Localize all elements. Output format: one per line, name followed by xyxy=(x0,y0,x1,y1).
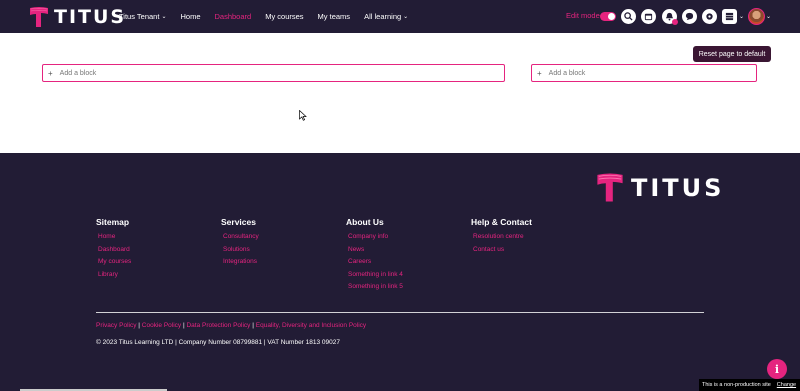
info-button[interactable]: i xyxy=(767,359,787,379)
policy-links: Privacy Policy | Cookie Policy | Data Pr… xyxy=(96,322,366,329)
footer-link[interactable]: Dashboard xyxy=(96,244,131,257)
plus-icon: + xyxy=(48,68,53,78)
footer-col-title: Sitemap xyxy=(96,217,130,227)
nav-home[interactable]: Home xyxy=(180,12,200,21)
chevron-down-icon[interactable]: ⌄ xyxy=(739,13,744,20)
grid-icon xyxy=(725,12,734,21)
top-navbar: TITUS Titus Tenant ⌄ Home Dashboard My co… xyxy=(0,0,800,33)
nav-all-learning[interactable]: All learning ⌄ xyxy=(364,12,408,21)
footer-col-services: Services Consultancy Solutions Integrati… xyxy=(221,217,259,269)
footer-titus-logo[interactable]: TITUS xyxy=(596,172,724,203)
footer-link[interactable]: News xyxy=(346,244,403,257)
footer-link[interactable]: Home xyxy=(96,231,131,244)
chevron-down-icon[interactable]: ⌄ xyxy=(766,13,771,20)
primary-nav: Titus Tenant ⌄ Home Dashboard My courses … xyxy=(119,0,422,33)
chevron-down-icon: ⌄ xyxy=(403,14,409,20)
titus-logo[interactable]: TITUS xyxy=(29,5,126,28)
footer-col-title: About Us xyxy=(346,217,384,227)
non-production-banner: This is a non-production site Change xyxy=(699,379,800,391)
apps-grid-button[interactable] xyxy=(722,9,737,24)
notifications-button[interactable] xyxy=(662,9,678,25)
logo-text: TITUS xyxy=(54,5,127,28)
edit-mode-label: Edit mode xyxy=(566,11,600,20)
footer-link[interactable]: My courses xyxy=(96,256,131,269)
footer-col-help: Help & Contact Resolution centre Contact… xyxy=(471,217,532,256)
footer-link[interactable]: Solutions xyxy=(221,244,259,257)
user-avatar[interactable] xyxy=(748,8,765,25)
edit-mode-toggle[interactable] xyxy=(600,12,616,21)
footer-col-about: About Us Company info News Careers Somet… xyxy=(346,217,403,294)
nav-titus-tenant[interactable]: Titus Tenant ⌄ xyxy=(119,12,166,21)
search-button[interactable] xyxy=(621,9,636,24)
nav-label: All learning xyxy=(364,12,402,21)
privacy-policy-link[interactable]: Privacy Policy xyxy=(96,322,136,329)
change-link[interactable]: Change xyxy=(777,382,796,388)
calendar-button[interactable] xyxy=(641,9,656,24)
footer-link[interactable]: Company info xyxy=(346,231,403,244)
data-protection-policy-link[interactable]: Data Protection Policy xyxy=(186,322,250,329)
titus-logo-mark-icon xyxy=(29,6,49,28)
footer-col-sitemap: Sitemap Home Dashboard My courses Librar… xyxy=(96,217,131,281)
chevron-down-icon: ⌄ xyxy=(161,14,167,20)
messages-button[interactable] xyxy=(682,9,697,24)
nav-dashboard[interactable]: Dashboard xyxy=(215,12,252,21)
nav-label: Home xyxy=(180,12,201,21)
footer-link[interactable]: Resolution centre xyxy=(471,231,532,244)
add-block-label: Add a block xyxy=(548,69,586,77)
gear-icon xyxy=(706,13,713,20)
plus-icon: + xyxy=(537,68,542,78)
site-footer: TITUS Sitemap Home Dashboard My courses … xyxy=(0,153,800,391)
chat-icon xyxy=(685,12,694,21)
footer-link[interactable]: Integrations xyxy=(221,256,259,269)
add-block-side[interactable]: + Add a block xyxy=(531,64,757,82)
footer-logo-text: TITUS xyxy=(631,173,725,202)
footer-link[interactable]: Something in link 5 xyxy=(346,281,403,294)
nav-my-courses[interactable]: My courses xyxy=(265,12,303,21)
footer-link[interactable]: Library xyxy=(96,269,131,282)
nav-label: My courses xyxy=(265,12,304,21)
nav-label: Dashboard xyxy=(214,12,252,21)
add-block-label: Add a block xyxy=(59,69,97,77)
notification-badge xyxy=(672,19,678,25)
non-production-text: This is a non-production site xyxy=(702,382,771,388)
titus-logo-mark-icon xyxy=(596,172,624,203)
equality-policy-link[interactable]: Equality, Diversity and Inclusion Policy xyxy=(256,322,366,329)
footer-col-title: Services xyxy=(221,217,256,227)
footer-link[interactable]: Careers xyxy=(346,256,403,269)
add-block-main[interactable]: + Add a block xyxy=(42,64,505,82)
nav-my-teams[interactable]: My teams xyxy=(318,12,351,21)
search-icon xyxy=(624,12,633,21)
footer-link[interactable]: Consultancy xyxy=(221,231,259,244)
settings-button[interactable] xyxy=(702,9,717,24)
nav-label: My teams xyxy=(317,12,351,21)
nav-label: Titus Tenant xyxy=(119,12,160,21)
mouse-cursor-icon xyxy=(299,110,307,121)
copyright-text: © 2023 Titus Learning LTD | Company Numb… xyxy=(96,339,340,346)
footer-col-title: Help & Contact xyxy=(471,217,532,227)
reset-page-button[interactable]: Reset page to default xyxy=(693,46,771,62)
footer-divider xyxy=(96,312,704,313)
calendar-icon xyxy=(644,13,653,21)
footer-link[interactable]: Something in link 4 xyxy=(346,269,403,282)
footer-link[interactable]: Contact us xyxy=(471,244,532,257)
cookie-policy-link[interactable]: Cookie Policy xyxy=(142,322,181,329)
